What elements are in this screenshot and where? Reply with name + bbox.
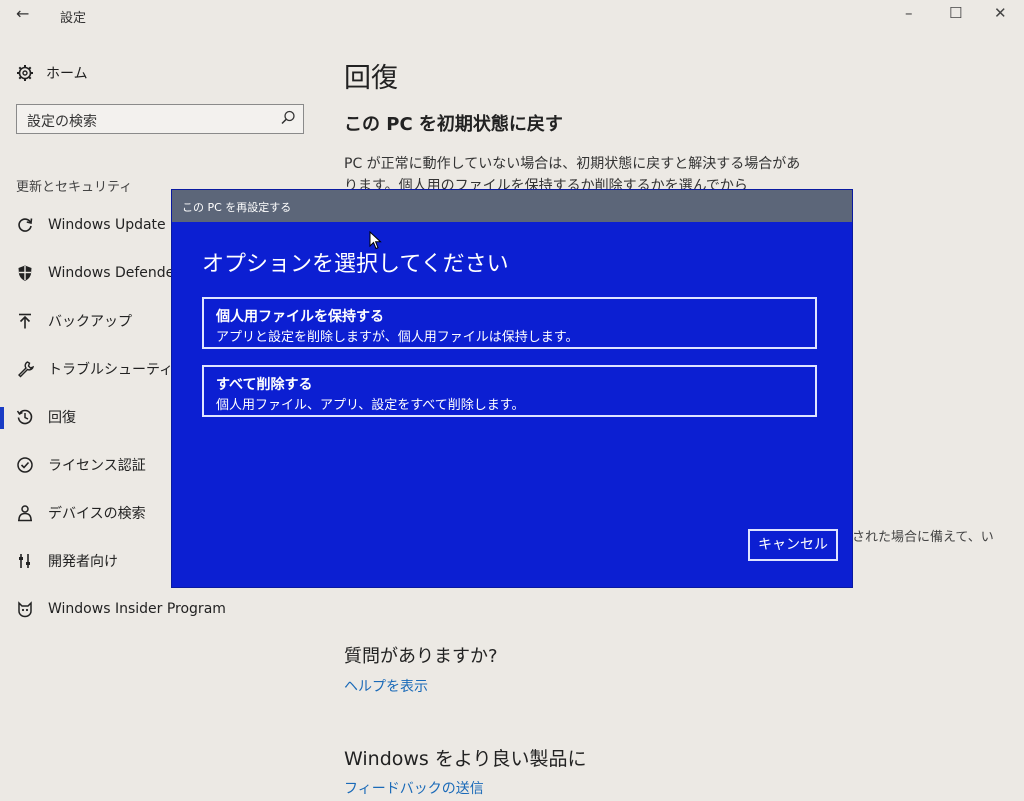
search-placeholder: 設定の検索 xyxy=(27,114,97,130)
close-button[interactable]: ✕ xyxy=(994,4,1007,22)
window-title: 設定 xyxy=(60,11,87,26)
faq-heading: 質問がありますか? xyxy=(344,646,498,667)
settings-search-input[interactable]: 設定の検索 xyxy=(16,104,304,134)
option-title: 個人用ファイルを保持する xyxy=(216,309,384,325)
option-title: すべて削除する xyxy=(216,377,313,393)
sidebar-item-label: バックアップ xyxy=(48,314,132,330)
partially-hidden-text: された場合に備えて、い xyxy=(852,530,994,545)
feedback-heading: Windows をより良い製品に xyxy=(344,748,587,770)
sidebar-item-label: Windows Defender xyxy=(48,265,181,281)
sidebar-item-label: 開発者向け xyxy=(48,554,118,570)
sidebar-item-label: Windows Insider Program xyxy=(48,601,226,617)
check-circle-icon xyxy=(14,454,36,476)
insider-cat-icon xyxy=(14,598,36,620)
feedback-link[interactable]: フィードバックの送信 xyxy=(344,778,484,798)
remove-everything-option-button[interactable]: すべて削除する 個人用ファイル、アプリ、設定をすべて削除します。 xyxy=(202,365,817,417)
sidebar-item-label: 回復 xyxy=(48,410,76,426)
sidebar-item-insider[interactable]: Windows Insider Program xyxy=(0,594,330,624)
cancel-button[interactable]: キャンセル xyxy=(748,529,838,561)
reset-pc-dialog: この PC を再設定する オプションを選択してください 個人用ファイルを保持する… xyxy=(172,190,852,587)
dialog-title: この PC を再設定する xyxy=(182,201,292,214)
back-arrow-icon[interactable]: ← xyxy=(16,4,29,23)
keep-files-option-button[interactable]: 個人用ファイルを保持する アプリと設定を削除しますが、個人用ファイルは保持します… xyxy=(202,297,817,349)
history-icon xyxy=(14,406,36,428)
home-nav-item[interactable]: ホーム xyxy=(16,62,88,84)
sidebar-item-label: ライセンス認証 xyxy=(48,458,146,474)
refresh-icon xyxy=(14,214,36,236)
section-label: 更新とセキュリティ xyxy=(16,180,133,195)
option-description: アプリと設定を削除しますが、個人用ファイルは保持します。 xyxy=(216,330,579,345)
option-description: 個人用ファイル、アプリ、設定をすべて削除します。 xyxy=(216,398,525,413)
dialog-heading: オプションを選択してください xyxy=(202,252,509,277)
sidebar-item-label: Windows Update xyxy=(48,217,166,233)
developer-tools-icon xyxy=(14,550,36,572)
shield-icon xyxy=(14,262,36,284)
gear-icon xyxy=(17,65,33,81)
section-heading: この PC を初期状態に戻す xyxy=(344,114,563,135)
title-bar: ← 設定 – ☐ ✕ xyxy=(0,0,1024,30)
minimize-button[interactable]: – xyxy=(905,4,913,22)
dialog-title-bar: この PC を再設定する xyxy=(172,190,852,222)
page-title: 回復 xyxy=(344,63,398,94)
help-link[interactable]: ヘルプを表示 xyxy=(344,676,428,696)
wrench-icon xyxy=(14,358,36,380)
mouse-cursor-icon xyxy=(369,231,382,250)
upload-arrow-icon xyxy=(14,310,36,332)
sidebar-item-label: デバイスの検索 xyxy=(48,506,146,522)
person-location-icon xyxy=(14,502,36,524)
search-icon[interactable] xyxy=(279,109,297,127)
home-label: ホーム xyxy=(46,66,88,82)
maximize-button[interactable]: ☐ xyxy=(949,4,962,22)
